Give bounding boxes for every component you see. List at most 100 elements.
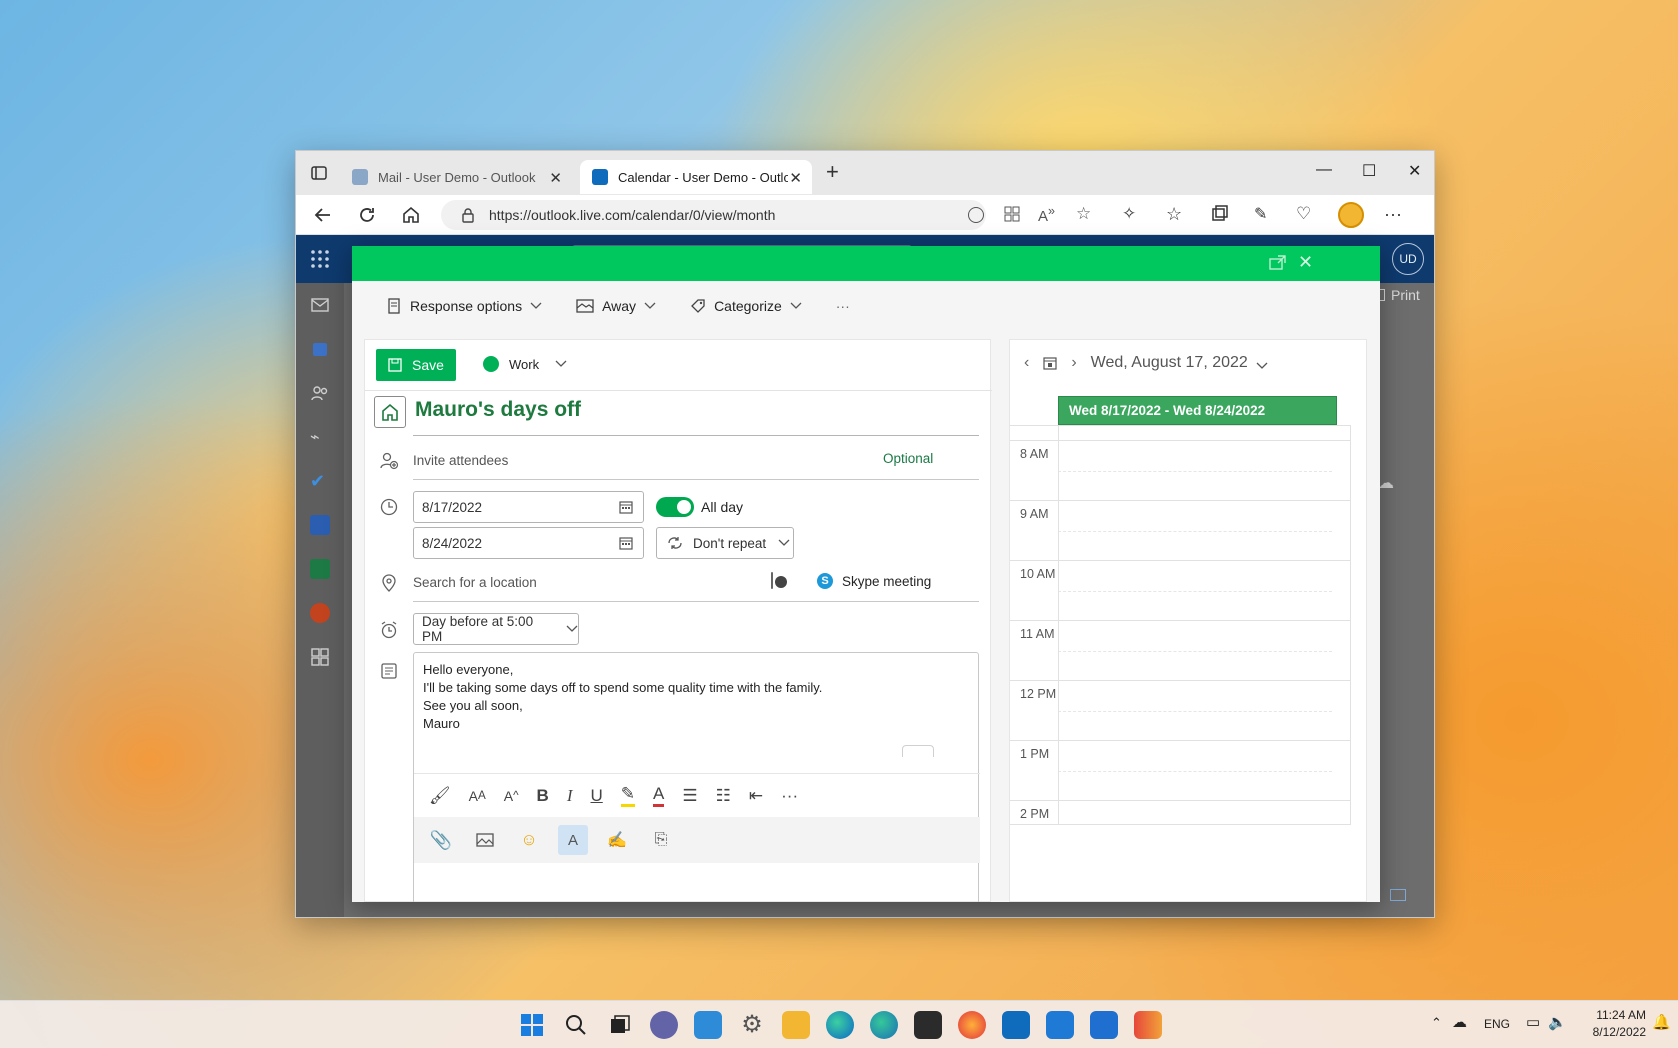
- todo-icon[interactable]: ✔: [310, 471, 330, 491]
- previous-day-icon[interactable]: ‹: [1024, 354, 1029, 372]
- read-aloud-icon[interactable]: A»: [1038, 204, 1060, 226]
- clock[interactable]: 11:24 AM 8/12/2022: [1576, 1007, 1646, 1041]
- extensions-icon[interactable]: ✧: [1122, 204, 1144, 226]
- today-icon[interactable]: [1043, 356, 1057, 370]
- profile-avatar-icon[interactable]: [1338, 202, 1364, 228]
- tab-calendar[interactable]: Calendar - User Demo - Outlool ✕: [580, 160, 812, 194]
- picture-icon[interactable]: [470, 825, 500, 855]
- pop-out-icon[interactable]: [1269, 255, 1287, 271]
- firefox-icon[interactable]: [958, 1011, 986, 1039]
- decrease-indent-icon[interactable]: ⇤: [749, 786, 763, 806]
- notification-bell-icon[interactable]: 🔔: [1652, 1013, 1671, 1031]
- event-icon-picker[interactable]: [374, 396, 406, 428]
- reminder-dropdown[interactable]: Day before at 5:00 PM: [413, 613, 579, 645]
- close-tab-icon[interactable]: ✕: [549, 169, 562, 187]
- feedback-icon[interactable]: ✎: [1254, 204, 1276, 226]
- calendar-icon[interactable]: [310, 339, 330, 359]
- calendar-app-icon[interactable]: [1090, 1011, 1118, 1039]
- start-date-field[interactable]: 8/17/2022: [413, 491, 644, 523]
- close-tab-icon[interactable]: ✕: [789, 169, 802, 187]
- format-painter-icon[interactable]: 🖌: [429, 786, 451, 806]
- powerpoint-icon[interactable]: [310, 603, 330, 623]
- repeat-dropdown[interactable]: Don't repeat: [656, 527, 794, 559]
- emoji-icon[interactable]: ☺: [514, 825, 544, 855]
- new-tab-button[interactable]: +: [826, 159, 839, 185]
- calendar-picker-icon[interactable]: [619, 500, 633, 514]
- location-input[interactable]: Search for a location: [413, 575, 537, 590]
- excel-icon[interactable]: [310, 559, 330, 579]
- app-launcher-icon[interactable]: [310, 249, 330, 269]
- font-color-icon[interactable]: A: [653, 784, 665, 807]
- editor-options-icon[interactable]: [902, 745, 934, 757]
- day-view-date[interactable]: Wed, August 17, 2022: [1091, 354, 1248, 372]
- calendar-picker[interactable]: Work: [483, 356, 567, 372]
- task-view-icon[interactable]: [606, 1011, 634, 1039]
- save-button[interactable]: Save: [376, 349, 456, 381]
- close-dialog-icon[interactable]: ✕: [1298, 252, 1313, 273]
- attachment-icon[interactable]: ⌁: [310, 427, 330, 447]
- more-formatting-icon[interactable]: ···: [781, 786, 798, 806]
- bold-icon[interactable]: B: [537, 786, 549, 806]
- signature-icon[interactable]: ✍: [602, 825, 632, 855]
- italic-icon[interactable]: I: [567, 786, 573, 806]
- invite-attendees-input[interactable]: Invite attendees: [413, 453, 508, 468]
- people-icon[interactable]: [310, 383, 330, 403]
- attach-icon[interactable]: 📎: [426, 825, 456, 855]
- collections-icon[interactable]: [1210, 204, 1232, 226]
- tab-mail[interactable]: Mail - User Demo - Outlook ✕: [340, 160, 572, 194]
- hour-row[interactable]: 1 PM: [1010, 740, 1350, 800]
- event-body-editor[interactable]: Hello everyone, I'll be taking some days…: [413, 652, 980, 902]
- numbering-icon[interactable]: ☷: [716, 786, 731, 806]
- lock-icon[interactable]: [461, 207, 475, 223]
- all-day-toggle[interactable]: [656, 497, 694, 517]
- more-commands-icon[interactable]: ···: [836, 298, 850, 314]
- maximize-icon[interactable]: ☐: [1362, 161, 1376, 181]
- font-size-icon[interactable]: A ^: [504, 788, 519, 804]
- widgets-icon[interactable]: [694, 1011, 722, 1039]
- show-as-button[interactable]: Away: [576, 298, 664, 314]
- hour-row[interactable]: 11 AM: [1010, 620, 1350, 680]
- terminal-icon[interactable]: [914, 1011, 942, 1039]
- hour-row[interactable]: 2 PM: [1010, 800, 1350, 825]
- settings-icon[interactable]: ⚙: [738, 1011, 766, 1039]
- settings-more-icon[interactable]: ···: [1384, 204, 1406, 226]
- underline-icon[interactable]: U: [591, 786, 603, 806]
- app-available-icon[interactable]: [1002, 204, 1024, 226]
- network-icon[interactable]: ▭: [1526, 1013, 1540, 1031]
- avatar[interactable]: UD: [1392, 243, 1424, 275]
- categorize-button[interactable]: Categorize: [690, 298, 810, 314]
- edge-canary-icon[interactable]: [870, 1011, 898, 1039]
- word-icon[interactable]: [310, 515, 330, 535]
- skype-meeting-toggle[interactable]: [771, 572, 773, 589]
- all-day-switch[interactable]: All day: [656, 497, 743, 517]
- event-body-text[interactable]: Hello everyone, I'll be taking some days…: [423, 661, 822, 733]
- paint-app-icon[interactable]: [1134, 1011, 1162, 1039]
- outlook-icon[interactable]: [1002, 1011, 1030, 1039]
- address-bar[interactable]: https://outlook.live.com/calendar/0/view…: [441, 200, 986, 230]
- tracking-prevention-icon[interactable]: [968, 207, 984, 223]
- home-icon[interactable]: [400, 204, 422, 226]
- search-icon[interactable]: [562, 1011, 590, 1039]
- response-options-button[interactable]: Response options: [386, 298, 550, 314]
- bullets-icon[interactable]: ☰: [682, 786, 697, 806]
- all-day-event-bar[interactable]: Wed 8/17/2022 - Wed 8/24/2022: [1058, 396, 1337, 425]
- tab-actions-icon[interactable]: [310, 164, 328, 182]
- volume-icon[interactable]: 🔈: [1548, 1013, 1567, 1031]
- calendar-picker-icon[interactable]: [619, 536, 633, 550]
- next-day-icon[interactable]: ›: [1071, 354, 1076, 372]
- hour-row[interactable]: 10 AM: [1010, 560, 1350, 620]
- optional-attendees-link[interactable]: Optional: [883, 451, 933, 466]
- refresh-icon[interactable]: [356, 204, 378, 226]
- browser-essentials-icon[interactable]: ♡: [1296, 204, 1318, 226]
- edge-icon[interactable]: [826, 1011, 854, 1039]
- font-icon[interactable]: AA: [469, 788, 486, 804]
- add-favorite-icon[interactable]: ☆: [1076, 204, 1098, 226]
- editor-icon[interactable]: A: [558, 825, 588, 855]
- language-indicator[interactable]: ENG: [1484, 1017, 1510, 1031]
- more-apps-icon[interactable]: [310, 647, 330, 667]
- file-explorer-icon[interactable]: [782, 1011, 810, 1039]
- show-hidden-icons[interactable]: ⌃: [1431, 1015, 1442, 1031]
- mail-icon[interactable]: [310, 295, 330, 315]
- back-icon[interactable]: [312, 204, 334, 226]
- close-window-icon[interactable]: ✕: [1408, 161, 1421, 181]
